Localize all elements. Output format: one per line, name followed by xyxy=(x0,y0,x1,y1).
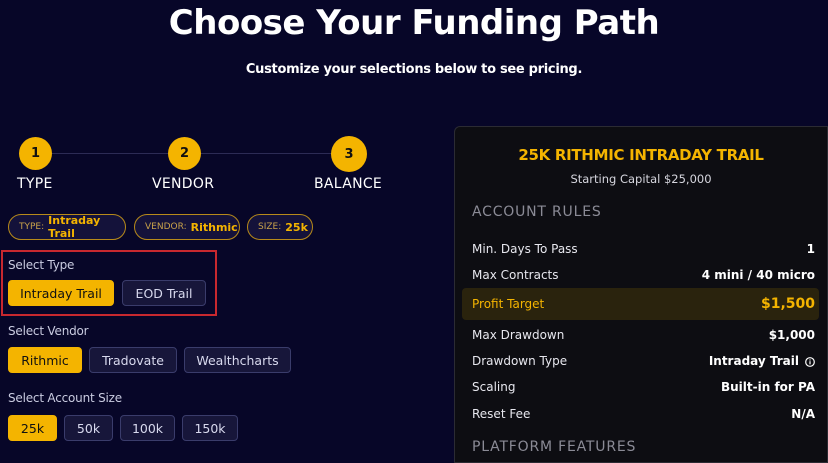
vendor-option-tradovate[interactable]: Tradovate xyxy=(89,347,177,373)
rule-value: Intraday Trail xyxy=(708,354,799,368)
step-3-label: BALANCE xyxy=(314,176,383,192)
chip-value: Rithmic xyxy=(190,220,238,234)
type-option-eod-trail[interactable]: EOD Trail xyxy=(122,280,206,306)
page-title: Choose Your Funding Path xyxy=(168,3,660,43)
rule-reset-fee: Reset Fee N/A xyxy=(472,403,815,425)
type-summary-chip: TYPE: Intraday Trail xyxy=(8,214,126,240)
rule-label: Profit Target xyxy=(472,297,545,311)
rule-value: 4 mini / 40 micro xyxy=(701,268,815,282)
rule-label: Drawdown Type xyxy=(472,354,568,368)
rule-value: Built-in for PA xyxy=(720,380,815,394)
select-size-label: Select Account Size xyxy=(8,391,122,405)
size-option-100k[interactable]: 100k xyxy=(120,415,175,441)
chip-value: 25k xyxy=(285,220,308,234)
rule-min-days: Min. Days To Pass 1 xyxy=(472,238,815,260)
chip-key: VENDOR: xyxy=(145,222,187,232)
platform-features-heading: PLATFORM FEATURES xyxy=(472,439,637,455)
rule-value: N/A xyxy=(791,407,815,421)
info-icon[interactable] xyxy=(805,357,815,367)
step-2-label: VENDOR xyxy=(152,176,215,192)
size-option-50k[interactable]: 50k xyxy=(64,415,113,441)
pricing-summary-panel: 25K RITHMIC INTRADAY TRAIL Starting Capi… xyxy=(454,126,828,463)
chip-value: Intraday Trail xyxy=(48,214,101,240)
rule-max-contracts: Max Contracts 4 mini / 40 micro xyxy=(472,264,815,286)
rule-scaling: Scaling Built-in for PA xyxy=(472,376,815,398)
account-rules-heading: ACCOUNT RULES xyxy=(472,204,602,220)
page-subtitle: Customize your selections below to see p… xyxy=(245,62,583,77)
rule-label: Max Contracts xyxy=(472,268,559,282)
select-type-label: Select Type xyxy=(8,258,75,272)
rule-label: Scaling xyxy=(472,380,516,394)
rule-label: Max Drawdown xyxy=(472,328,565,342)
rule-value: 1 xyxy=(806,242,815,256)
rule-label: Min. Days To Pass xyxy=(472,242,578,256)
type-option-intraday-trail[interactable]: Intraday Trail xyxy=(8,280,114,306)
rule-max-drawdown: Max Drawdown $1,000 xyxy=(472,324,815,346)
step-2-circle[interactable]: 2 xyxy=(168,137,201,170)
chip-key: TYPE: xyxy=(19,222,45,232)
rule-value: $1,000 xyxy=(768,328,815,342)
size-option-25k[interactable]: 25k xyxy=(8,415,57,441)
rule-value-wrapper: Intraday Trail xyxy=(709,354,815,368)
vendor-summary-chip: VENDOR: Rithmic xyxy=(134,214,240,240)
size-option-150k[interactable]: 150k xyxy=(182,415,238,441)
select-vendor-label: Select Vendor xyxy=(8,324,89,338)
plan-title: 25K RITHMIC INTRADAY TRAIL xyxy=(518,146,764,164)
vendor-option-rithmic[interactable]: Rithmic xyxy=(8,347,82,373)
step-1-circle[interactable]: 1 xyxy=(19,137,52,170)
rule-value: $1,500 xyxy=(760,296,815,312)
chip-key: SIZE: xyxy=(258,222,282,232)
step-3-circle[interactable]: 3 xyxy=(331,136,367,172)
rule-label: Reset Fee xyxy=(472,407,531,421)
rule-profit-target: Profit Target $1,500 xyxy=(462,288,819,320)
size-summary-chip: SIZE: 25k xyxy=(247,214,313,240)
starting-capital: Starting Capital $25,000 xyxy=(570,172,712,186)
vendor-option-wealthcharts[interactable]: Wealthcharts xyxy=(184,347,291,373)
rule-drawdown-type: Drawdown Type Intraday Trail xyxy=(472,350,815,372)
step-1-label: TYPE xyxy=(17,176,53,192)
